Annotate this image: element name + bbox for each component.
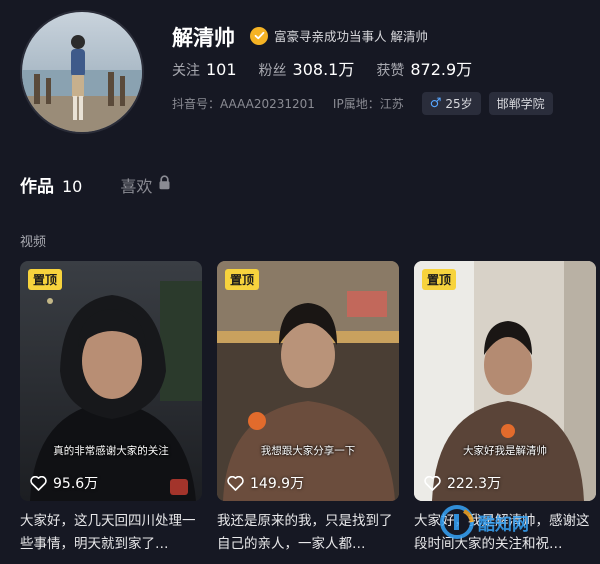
video-likes-count: 95.6万 xyxy=(53,476,99,492)
stat-value: 101 xyxy=(206,60,237,79)
stat-label: 粉丝 xyxy=(258,63,287,79)
stat-label: 关注 xyxy=(172,63,200,79)
stat-value: 872.9万 xyxy=(410,60,473,79)
age-text: 25岁 xyxy=(445,97,473,111)
profile-meta: 抖音号：AAAA20231201 IP属地：江苏 ♂ 25岁 邯郸学院 xyxy=(172,92,561,115)
gender-age-tag: ♂ 25岁 xyxy=(421,92,481,115)
watermark-text: 酷知网 xyxy=(478,514,529,535)
stat-following[interactable]: 关注 101 xyxy=(172,60,237,80)
pinned-badge: 置顶 xyxy=(225,269,260,290)
tab-works-count: 10 xyxy=(62,177,83,196)
video-caption: 真的非常感谢大家的关注 xyxy=(53,445,169,457)
video-caption: 大家好我是解清帅 xyxy=(463,445,547,457)
video-likes: 222.3万 xyxy=(424,473,501,493)
douyin-id: 抖音号：AAAA20231201 xyxy=(172,97,315,111)
verification-row: 富豪寻亲成功当事人 解清帅 xyxy=(250,26,428,45)
video-thumbnail xyxy=(20,261,202,501)
video-description[interactable]: 我还是原来的我，只是找到了自己的亲人，一家人都… xyxy=(217,510,402,558)
video-likes: 149.9万 xyxy=(227,473,304,493)
tab-likes[interactable]: 喜欢 xyxy=(120,173,171,197)
profile-avatar[interactable] xyxy=(20,10,144,134)
tab-likes-label: 喜欢 xyxy=(120,176,153,196)
section-label-videos: 视频 xyxy=(20,235,47,250)
video-description[interactable]: 大家好，这几天回四川处理一些事情，明天就到家了… xyxy=(20,510,205,558)
video-thumbnail xyxy=(414,261,596,501)
heart-icon xyxy=(30,475,47,491)
tab-works-label: 作品 xyxy=(20,177,54,197)
tab-works[interactable]: 作品 10 xyxy=(20,172,82,197)
verification-text: 富豪寻亲成功当事人 解清帅 xyxy=(274,29,428,44)
heart-icon xyxy=(227,475,244,491)
stat-value: 308.1万 xyxy=(292,60,355,79)
site-watermark: 酷知网 xyxy=(440,505,529,539)
pinned-badge: 置顶 xyxy=(28,269,63,290)
video-thumbnail xyxy=(217,261,399,501)
profile-tabs: 作品 10 喜欢 xyxy=(20,172,171,197)
watermark-logo-icon xyxy=(440,505,474,539)
video-card[interactable]: 置顶 真的非常感谢大家的关注 95.6万 xyxy=(20,261,202,501)
pinned-badge: 置顶 xyxy=(422,269,457,290)
video-card[interactable]: 置顶 大家好我是解清帅 222.3万 xyxy=(414,261,596,501)
video-likes-count: 222.3万 xyxy=(447,476,502,492)
video-likes: 95.6万 xyxy=(30,473,98,493)
male-icon: ♂ xyxy=(429,96,442,111)
profile-name: 解清帅 xyxy=(172,26,235,50)
lock-icon xyxy=(158,175,171,194)
stat-label: 获赞 xyxy=(376,63,405,79)
video-card[interactable]: 置顶 我想跟大家分享一下 149.9万 xyxy=(217,261,399,501)
stat-likes-received: 获赞 872.9万 xyxy=(376,56,472,80)
ip-location: IP属地：江苏 xyxy=(332,97,404,111)
school-tag[interactable]: 邯郸学院 xyxy=(488,92,553,115)
school-text: 邯郸学院 xyxy=(496,97,545,111)
profile-stats: 关注 101 粉丝 308.1万 获赞 872.9万 xyxy=(172,56,494,80)
video-caption: 我想跟大家分享一下 xyxy=(260,445,356,457)
video-likes-count: 149.9万 xyxy=(250,476,305,492)
heart-icon xyxy=(424,475,441,491)
stat-followers[interactable]: 粉丝 308.1万 xyxy=(259,56,355,80)
verified-badge-icon xyxy=(250,26,268,45)
